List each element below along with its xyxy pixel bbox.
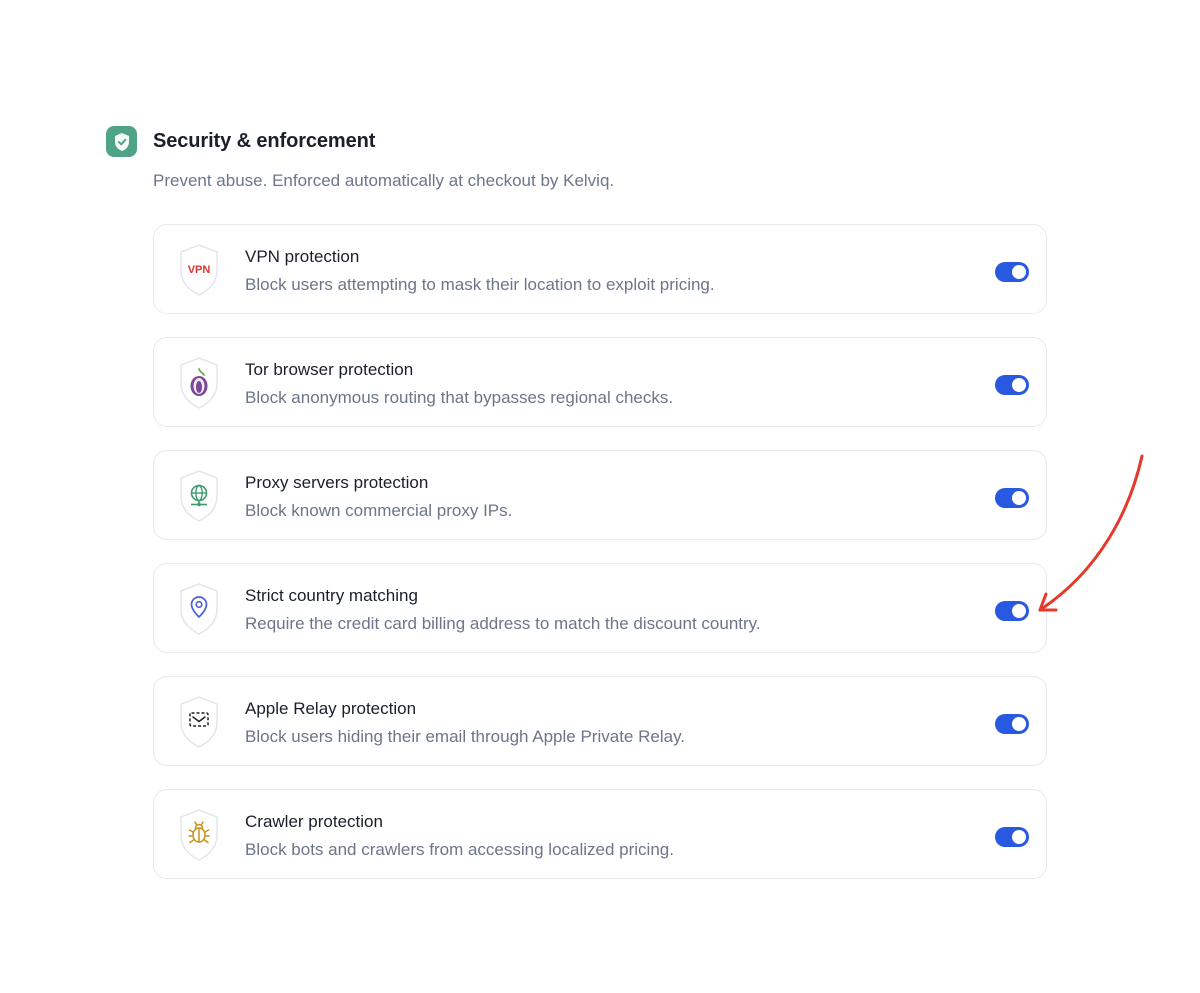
proxy-protection-toggle[interactable] [995, 488, 1029, 508]
apple-relay-toggle[interactable] [995, 714, 1029, 734]
setting-description: Block anonymous routing that bypasses re… [245, 388, 674, 407]
toggle-knob [1012, 491, 1026, 505]
toggle-knob [1012, 378, 1026, 392]
setting-card-country: Strict country matching Require the cred… [153, 563, 1047, 653]
vpn-protection-toggle[interactable] [995, 262, 1029, 282]
section-header [106, 126, 137, 157]
setting-title: Crawler protection [245, 812, 383, 831]
vpn-icon-text: VPN [188, 264, 211, 276]
setting-description: Block users attempting to mask their loc… [245, 275, 715, 294]
vpn-shield-icon: VPN [178, 243, 220, 297]
setting-title: VPN protection [245, 247, 360, 266]
setting-card-vpn: VPN VPN protection Block users attemptin… [153, 224, 1047, 314]
location-pin-icon [178, 582, 220, 636]
section-subtitle: Prevent abuse. Enforced automatically at… [153, 171, 615, 190]
setting-title: Strict country matching [245, 586, 418, 605]
setting-card-crawler: Crawler protection Block bots and crawle… [153, 789, 1047, 879]
setting-title: Apple Relay protection [245, 699, 417, 718]
tor-onion-icon [178, 356, 220, 410]
setting-title: Tor browser protection [245, 360, 414, 379]
setting-card-apple-relay: Apple Relay protection Block users hidin… [153, 676, 1047, 766]
hidden-mail-icon [178, 695, 220, 749]
toggle-knob [1012, 830, 1026, 844]
annotation-arrow [1038, 454, 1144, 612]
toggle-knob [1012, 265, 1026, 279]
toggle-knob [1012, 604, 1026, 618]
setting-title: Proxy servers protection [245, 473, 429, 492]
section-title: Security & enforcement [153, 130, 376, 152]
setting-description: Require the credit card billing address … [245, 614, 761, 633]
country-matching-toggle[interactable] [995, 601, 1029, 621]
toggle-knob [1012, 717, 1026, 731]
crawler-protection-toggle[interactable] [995, 827, 1029, 847]
setting-description: Block users hiding their email through A… [245, 727, 686, 746]
setting-description: Block bots and crawlers from accessing l… [245, 840, 674, 859]
setting-card-tor: Tor browser protection Block anonymous r… [153, 337, 1047, 427]
tor-protection-toggle[interactable] [995, 375, 1029, 395]
globe-network-icon [178, 469, 220, 523]
setting-card-proxy: Proxy servers protection Block known com… [153, 450, 1047, 540]
bug-icon [178, 808, 220, 862]
setting-description: Block known commercial proxy IPs. [245, 501, 513, 520]
shield-check-icon [106, 126, 137, 157]
